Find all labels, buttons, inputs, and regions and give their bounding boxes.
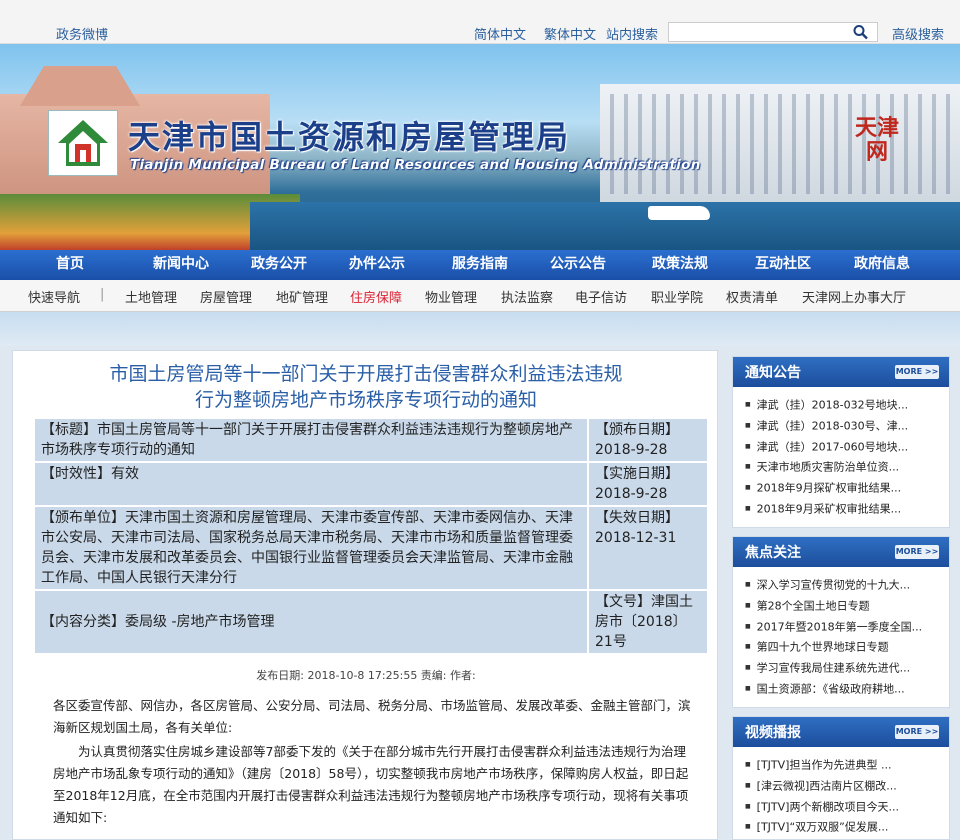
list-item[interactable]: 国土资源部：《省级政府耕地... — [745, 679, 949, 700]
meta-category-cell: 【内容分类】委局级 -房地产市场管理 — [35, 591, 587, 653]
weibo-link[interactable]: 政务微博 — [56, 24, 108, 43]
list-item[interactable]: [TJTV]两个新棚改项目今天... — [745, 797, 949, 818]
banner-building-right — [600, 84, 960, 204]
search-input[interactable] — [668, 22, 878, 42]
house-logo-icon — [58, 120, 108, 166]
meta-expiry-date-cell: 【失效日期】2018-12-31 — [589, 507, 707, 589]
list-item[interactable]: 2017年暨2018年第一季度全国... — [745, 617, 949, 638]
advanced-search-link[interactable]: 高级搜索 — [892, 24, 944, 43]
quick-item-housing-security[interactable]: 住房保障 — [350, 287, 402, 306]
quick-item-land[interactable]: 土地管理 — [125, 287, 177, 306]
header-banner: 天津市国土资源和房屋管理局 Tianjin Municipal Bureau o… — [0, 44, 960, 250]
traditional-chinese-link[interactable]: 繁体中文 — [544, 24, 596, 43]
nav-gov-affairs[interactable]: 政务公开 — [234, 250, 324, 280]
list-item[interactable]: 2018年9月探矿权审批结果... — [745, 478, 949, 499]
quick-item-housing[interactable]: 房屋管理 — [200, 287, 252, 306]
quick-item-mining[interactable]: 地矿管理 — [276, 287, 328, 306]
article-paragraph: 各区委宣传部、网信办，各区房管局、公安分局、司法局、税务分局、市场监管局、发展改… — [53, 698, 691, 735]
list-item[interactable]: 津武（挂）2018-032号地块... — [745, 395, 949, 416]
meta-title-cell: 【标题】市国土房管局等十一部门关于开展打击侵害群众利益违法违规行为整顿房地产市场… — [35, 419, 587, 461]
list-item[interactable]: 2018年9月采矿权审批结果... — [745, 499, 949, 520]
sidebar-header: 通知公告 MORE >> — [733, 357, 949, 387]
sidebar-focus: 焦点关注 MORE >> 深入学习宣传贯彻党的十九大... 第28个全国土地日专… — [732, 536, 950, 708]
banner-river — [250, 202, 960, 250]
list-item[interactable]: 津武（挂）2017-060号地块... — [745, 437, 949, 458]
sidebar-title: 通知公告 — [745, 365, 801, 381]
quick-item-property[interactable]: 物业管理 — [425, 287, 477, 306]
nav-policies[interactable]: 政策法规 — [638, 250, 722, 280]
quick-item-enforcement[interactable]: 执法监察 — [501, 287, 553, 306]
site-search-label: 站内搜索 — [606, 28, 659, 43]
nav-case-notice[interactable]: 办件公示 — [332, 250, 422, 280]
quick-nav: 快速导航 | 土地管理 房屋管理 地矿管理 住房保障 物业管理 执法监察 电子信… — [0, 280, 960, 312]
quick-item-college[interactable]: 职业学院 — [651, 287, 703, 306]
decor-strip — [0, 312, 960, 346]
list-item[interactable]: 学习宣传我局住建系统先进代... — [745, 658, 949, 679]
bureau-logo[interactable] — [48, 110, 118, 176]
nav-service-guide[interactable]: 服务指南 — [434, 250, 526, 280]
nav-community[interactable]: 互动社区 — [738, 250, 828, 280]
meta-row: 【颁布单位】天津市国土资源和房屋管理局、天津市委宣传部、天津市委网信办、天津市公… — [35, 507, 707, 589]
quick-item-e-petition[interactable]: 电子信访 — [575, 287, 627, 306]
nav-news[interactable]: 新闻中心 — [142, 250, 220, 280]
list-item[interactable]: [津云微视]西沽南片区棚改... — [745, 776, 949, 797]
sidebar-header: 焦点关注 MORE >> — [733, 537, 949, 567]
more-button[interactable]: MORE >> — [895, 545, 939, 559]
article-panel: 市国土房管局等十一部门关于开展打击侵害群众利益违法违规 行为整顿房地产市场秩序专… — [12, 350, 718, 840]
sidebar-header: 视频播报 MORE >> — [733, 717, 949, 747]
article-title-line-2: 行为整顿房地产市场秩序专项行动的通知 — [194, 389, 537, 411]
sidebar-notices: 通知公告 MORE >> 津武（挂）2018-032号地块... 津武（挂）20… — [732, 356, 950, 528]
more-button[interactable]: MORE >> — [895, 725, 939, 739]
publish-info: 发布日期: 2018-10-8 17:25:55 责编: 作者: — [256, 669, 476, 682]
meta-row: 【内容分类】委局级 -房地产市场管理 【文号】津国土房市〔2018〕21号 — [35, 591, 707, 653]
list-item[interactable]: 天津市地质灾害防治单位资... — [745, 457, 949, 478]
article-title: 市国土房管局等十一部门关于开展打击侵害群众利益违法违规 行为整顿房地产市场秩序专… — [13, 361, 719, 413]
nav-gov-info[interactable]: 政府信息 — [834, 250, 930, 280]
list-item[interactable]: 深入学习宣传贯彻党的十九大... — [745, 575, 949, 596]
meta-issuer-cell: 【颁布单位】天津市国土资源和房屋管理局、天津市委宣传部、天津市委网信办、天津市公… — [35, 507, 587, 589]
meta-effective-date-cell: 【实施日期】2018-9-28 — [589, 463, 707, 505]
top-bar: 政务微博 简体中文 繁体中文 站内搜索 高级搜索 — [0, 0, 960, 44]
list-item[interactable]: 第四十九个世界地球日专题 — [745, 637, 949, 658]
nav-announcements[interactable]: 公示公告 — [536, 250, 620, 280]
article-paragraph: 为认真贯彻落实住房城乡建设部等7部委下发的《关于在部分城市先行开展打击侵害群众利… — [53, 744, 689, 825]
meta-issue-date-cell: 【颁布日期】2018-9-28 — [589, 419, 707, 461]
meta-row: 【标题】市国土房管局等十一部门关于开展打击侵害群众利益违法违规行为整顿房地产市场… — [35, 419, 707, 461]
quick-nav-label: 快速导航 — [28, 291, 81, 306]
article-body: 各区委宣传部、网信办，各区房管局、公安分局、司法局、税务分局、市场监管局、发展改… — [53, 695, 693, 829]
sidebar-title: 焦点关注 — [745, 545, 801, 561]
more-button[interactable]: MORE >> — [895, 365, 939, 379]
meta-validity-cell: 【时效性】有效 — [35, 463, 587, 505]
main-nav: 首页 新闻中心 政务公开 办件公示 服务指南 公示公告 政策法规 互动社区 政府… — [0, 250, 960, 280]
site-subtitle: Tianjin Municipal Bureau of Land Resourc… — [130, 157, 701, 173]
quick-item-online-hall[interactable]: 天津网上办事大厅 — [802, 287, 906, 306]
list-item[interactable]: [TJTV]“双万双服”促发展... — [745, 817, 949, 838]
search-icon[interactable] — [852, 24, 870, 40]
meta-doc-number-cell: 【文号】津国土房市〔2018〕21号 — [589, 591, 707, 653]
site-title: 天津市国土资源和房屋管理局 — [128, 118, 571, 156]
meta-row: 【时效性】有效 【实施日期】2018-9-28 — [35, 463, 707, 505]
tianjin-net-stamp[interactable]: 天津网 — [848, 116, 906, 168]
simplified-chinese-link[interactable]: 简体中文 — [474, 24, 526, 43]
list-item[interactable]: 津武（挂）2018-030号、津... — [745, 416, 949, 437]
sidebar-title: 视频播报 — [745, 725, 801, 741]
list-item[interactable]: [TJTV]担当作为先进典型 ... — [745, 755, 949, 776]
nav-home[interactable]: 首页 — [40, 250, 100, 280]
article-meta-table: 【标题】市国土房管局等十一部门关于开展打击侵害群众利益违法违规行为整顿房地产市场… — [33, 417, 709, 655]
article-title-line-1: 市国土房管局等十一部门关于开展打击侵害群众利益违法违规 — [109, 363, 623, 385]
list-item[interactable]: 第28个全国土地日专题 — [745, 596, 949, 617]
quick-item-power-list[interactable]: 权责清单 — [726, 287, 778, 306]
sidebar-video: 视频播报 MORE >> [TJTV]担当作为先进典型 ... [津云微视]西沽… — [732, 716, 950, 840]
banner-boat — [648, 206, 710, 220]
